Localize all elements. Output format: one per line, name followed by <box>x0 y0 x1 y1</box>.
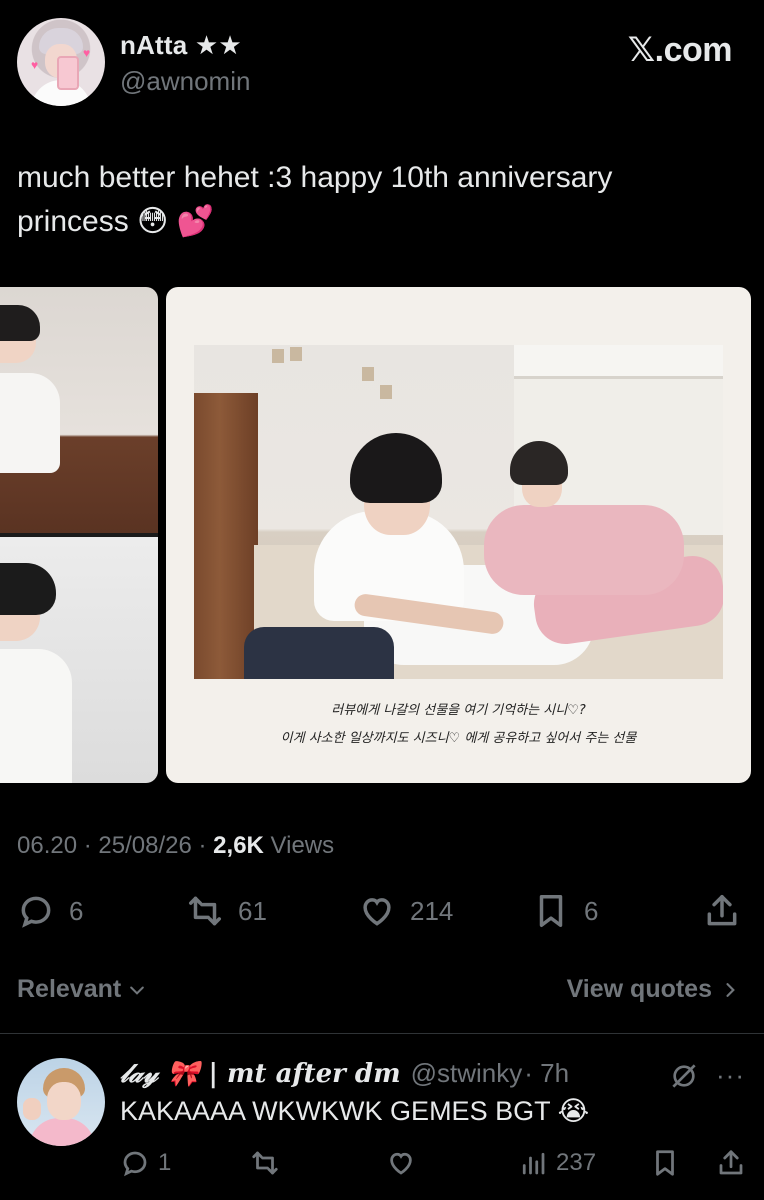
reply-views-count: 237 <box>556 1149 597 1176</box>
tweet-text: much better hehet :3 happy 10th annivers… <box>17 156 737 244</box>
reply-like-button[interactable] <box>386 1148 416 1178</box>
share-icon <box>707 895 737 926</box>
view-quotes-label: View quotes <box>566 975 712 1003</box>
repost-button[interactable]: 61 <box>186 892 267 930</box>
reply-share-button[interactable] <box>716 1148 746 1178</box>
views-label: Views <box>270 832 335 859</box>
reply-views-button[interactable]: 237 <box>518 1148 596 1178</box>
repost-icon <box>252 1151 278 1175</box>
heart-icon <box>390 1152 412 1175</box>
reply-handle[interactable]: @stwinky <box>411 1058 523 1089</box>
repost-icon <box>189 896 221 926</box>
share-button[interactable] <box>703 892 741 930</box>
like-count: 214 <box>410 895 454 926</box>
media-image-left[interactable] <box>0 287 158 783</box>
reply-display-name[interactable]: 𝓁𝒶𝓎 🎀 | mt after dm <box>120 1059 401 1090</box>
handwritten-caption-line-2: 이게 사소한 일상까지도 시즈니♡ 에게 공유하고 싶어서 주는 선물 <box>280 731 637 746</box>
repost-count: 61 <box>238 895 267 926</box>
view-quotes-link[interactable]: View quotes <box>567 975 740 1004</box>
bookmark-icon <box>656 1150 674 1176</box>
like-button[interactable]: 214 <box>358 892 453 930</box>
reply-reply-button[interactable]: 1 <box>120 1148 171 1178</box>
views-icon <box>522 1152 545 1175</box>
reply-header: 𝓁𝒶𝓎 🎀 | mt after dm @stwinky · 7h <box>120 1058 569 1090</box>
views-count: 2,6K <box>213 832 264 859</box>
bookmark-button[interactable]: 6 <box>532 892 598 930</box>
bookmark-icon <box>539 895 563 927</box>
share-icon <box>719 1150 743 1175</box>
meta-separator: · <box>198 832 207 859</box>
reply-icon <box>21 896 51 928</box>
tweet-time[interactable]: 06.20 <box>17 832 77 859</box>
more-options-icon[interactable]: ··· <box>716 1060 745 1091</box>
reply-count: 6 <box>69 895 84 926</box>
author-display-name[interactable]: nAtta ★★ <box>120 30 242 61</box>
polaroid-photo <box>194 345 723 679</box>
tweet-date[interactable]: 25/08/26 <box>98 832 191 859</box>
sort-relevant-dropdown[interactable]: Relevant <box>17 975 147 1004</box>
tweet-text-line-2: princess 😳 💕 <box>17 205 215 238</box>
photo-left-bottom <box>0 537 158 783</box>
tweet-text-line-1: much better hehet :3 happy 10th annivers… <box>17 161 613 194</box>
reply-repost-button[interactable] <box>250 1148 280 1178</box>
reply-author-avatar[interactable] <box>17 1058 105 1146</box>
media-image-main[interactable]: 러뷰에게 나갈의 선물을 여기 기억하는 시니♡? 이게 사소한 일상까지도 시… <box>166 287 751 783</box>
reply-time[interactable]: · 7h <box>524 1058 569 1089</box>
x-logo: 𝕏.com <box>627 31 733 69</box>
chevron-right-icon <box>726 982 735 997</box>
chevron-down-icon <box>130 986 145 995</box>
tweet-meta: 06.20 · 25/08/26 · 2,6K Views <box>17 832 334 860</box>
bookmark-count: 6 <box>584 895 599 926</box>
heart-icon <box>363 898 391 926</box>
reply-reply-count: 1 <box>158 1149 172 1176</box>
photo-left-top <box>0 287 158 533</box>
meta-separator: · <box>83 832 92 859</box>
reply-text: KAKAAAA WKWKWK GEMES BGT 😭 <box>120 1096 590 1126</box>
author-avatar[interactable]: ♥ ♥ <box>17 18 105 106</box>
reply-icon <box>123 1151 147 1177</box>
author-handle[interactable]: @awnomin <box>120 66 250 97</box>
handwritten-caption-line-1: 러뷰에게 나갈의 선물을 여기 기억하는 시니♡? <box>331 703 586 718</box>
grok-icon[interactable] <box>668 1060 700 1092</box>
reply-bookmark-button[interactable] <box>650 1148 680 1178</box>
sort-relevant-label: Relevant <box>17 975 122 1003</box>
divider <box>0 1033 764 1034</box>
reply-button[interactable]: 6 <box>17 892 83 930</box>
